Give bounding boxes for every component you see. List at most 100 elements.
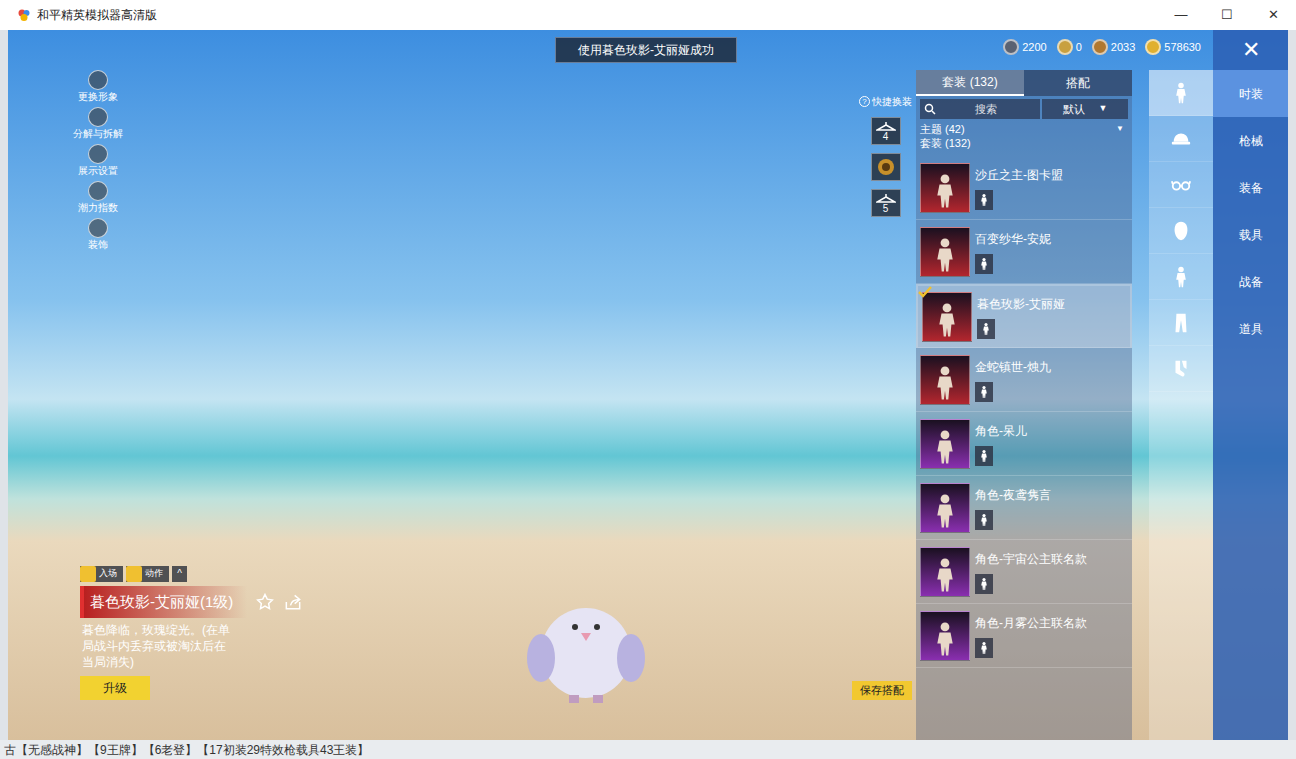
outfit-row[interactable]: 金蛇镇世-烛九 [916, 348, 1132, 412]
panel-tab[interactable]: 搭配 [1024, 70, 1132, 96]
category-column: ✕ 时装枪械装备载具战备道具 [1213, 30, 1288, 740]
category-tab[interactable]: 时装 [1213, 70, 1288, 117]
menu-item-icon [88, 218, 108, 238]
figure-icon [980, 449, 988, 463]
outfit-row[interactable]: 暮色玫影-艾丽娅 [916, 284, 1132, 348]
outfit-row[interactable]: 角色-呆儿 [916, 412, 1132, 476]
star-icon[interactable] [255, 592, 275, 612]
category-icon-button[interactable] [1149, 116, 1213, 162]
preview-box [977, 319, 995, 339]
figure-icon [934, 618, 956, 660]
outfit-list: 沙丘之主-图卡盟百变纱华-安妮暮色玫影-艾丽娅金蛇镇世-烛九角色-呆儿角色-夜鸢… [916, 156, 1132, 668]
coin-icon [1145, 39, 1161, 55]
window-control-button[interactable]: ✕ [1250, 0, 1296, 30]
outfit-thumbnail [920, 227, 970, 277]
outfit-row[interactable]: 百变纱华-安妮 [916, 220, 1132, 284]
figure-icon [934, 234, 956, 276]
category-icon-button[interactable] [1149, 254, 1213, 300]
window-control-button[interactable]: — [1158, 0, 1204, 30]
outfit-thumbnail [920, 163, 970, 213]
currency: 578630 [1145, 39, 1201, 56]
hanger-icon [876, 193, 896, 203]
quick-change: ?快捷换装45 [859, 70, 912, 251]
figure-icon [934, 554, 956, 596]
category-tab[interactable]: 载具 [1213, 211, 1288, 258]
glasses-icon [1170, 174, 1192, 196]
upgrade-button[interactable]: 升级 [80, 676, 150, 700]
figure-icon [980, 257, 988, 271]
close-button[interactable]: ✕ [1237, 36, 1265, 64]
coin-icon [1057, 39, 1073, 55]
title-bar: 和平精英模拟器高清版 —☐✕ [0, 0, 1296, 30]
preview-box [975, 510, 993, 530]
side-menu-item[interactable]: 装饰 [88, 218, 108, 251]
figure-icon [934, 426, 956, 468]
tab-icon [80, 566, 96, 582]
outfit-thumbnail [920, 419, 970, 469]
side-menu-item[interactable]: 更换形象 [78, 70, 118, 103]
outfit-icon [1170, 82, 1192, 104]
category-tab[interactable]: 装备 [1213, 164, 1288, 211]
menu-item-icon [88, 181, 108, 201]
item-info: 入场动作^ 暮色玫影-艾丽娅(1级)暮色降临，玫瑰绽光。(在单局战斗内丢弃或被淘汰… [80, 566, 320, 701]
category-icon-button[interactable] [1149, 208, 1213, 254]
background-strip: 古【无感战神】【9王牌】【6老登】【17初装29特效枪载具43王装】 [0, 740, 1296, 759]
search-icon [924, 103, 936, 115]
collapse-button[interactable]: ^ [172, 566, 187, 582]
outfit-thumbnail [920, 483, 970, 533]
outfit-thumbnail [920, 611, 970, 661]
info-tab[interactable]: 入场 [80, 566, 123, 582]
category-icon-column [1149, 70, 1213, 740]
preview-box [975, 382, 993, 402]
info-tab[interactable]: 动作 [126, 566, 169, 582]
help-icon[interactable]: ? [859, 96, 870, 107]
figure-icon [934, 362, 956, 404]
sort-dropdown[interactable]: 默认▼ [1042, 99, 1128, 119]
panel-tab[interactable]: 套装 (132) [916, 70, 1024, 96]
window-title: 和平精英模拟器高清版 [37, 6, 157, 24]
section-label: 套装 (132) [916, 136, 1132, 150]
figure-icon [980, 385, 988, 399]
outfit-row[interactable]: 角色-月雾公主联名款 [916, 604, 1132, 668]
quick-change-slot[interactable]: 5 [871, 189, 901, 217]
figure-icon [980, 577, 988, 591]
coin-icon [1092, 39, 1108, 55]
currency: 0 [1057, 39, 1082, 56]
save-outfit-button[interactable]: 保存搭配 [852, 681, 912, 700]
category-tab[interactable]: 战备 [1213, 258, 1288, 305]
figure-icon [980, 193, 988, 207]
item-description: 暮色降临，玫瑰绽光。(在单局战斗内丢弃或被淘汰后在当局消失) [80, 622, 230, 670]
preview-box [975, 638, 993, 658]
coin-icon [1003, 39, 1019, 55]
quick-change-slot[interactable]: 4 [871, 117, 901, 145]
category-tab[interactable]: 道具 [1213, 305, 1288, 352]
outfit-row[interactable]: 角色-宇宙公主联名款 [916, 540, 1132, 604]
search-field[interactable]: 搜索 [920, 99, 1040, 119]
menu-item-icon [88, 144, 108, 164]
game-view: 使用暮色玫影-艾丽娅成功220002033578630更换形象分解与拆解展示设置… [8, 30, 1288, 740]
category-icon-button[interactable] [1149, 346, 1213, 392]
theme-filter[interactable]: 主题 (42)▼ [916, 122, 1132, 136]
character-icon [1170, 266, 1192, 288]
side-menu-item[interactable]: 潮力指数 [78, 181, 118, 214]
figure-icon [980, 641, 988, 655]
category-tab[interactable]: 枪械 [1213, 117, 1288, 164]
category-icon-button[interactable] [1149, 162, 1213, 208]
figure-icon [934, 490, 956, 532]
side-menu-item[interactable]: 分解与拆解 [73, 107, 123, 140]
category-icon-button[interactable] [1149, 300, 1213, 346]
app-logo-icon [17, 8, 31, 22]
outfit-row[interactable]: 沙丘之主-图卡盟 [916, 156, 1132, 220]
item-title: 暮色玫影-艾丽娅(1级) [80, 586, 247, 619]
preview-box [975, 190, 993, 210]
menu-item-icon [88, 107, 108, 127]
category-icon-button[interactable] [1149, 70, 1213, 116]
share-icon[interactable] [283, 592, 303, 612]
currency: 2200 [1003, 39, 1046, 56]
window-control-button[interactable]: ☐ [1204, 0, 1250, 30]
outfit-row[interactable]: 角色-夜鸢隽言 [916, 476, 1132, 540]
side-menu-item[interactable]: 展示设置 [78, 144, 118, 177]
preview-box [975, 446, 993, 466]
quick-change-slot[interactable] [871, 153, 901, 181]
preview-box [975, 254, 993, 274]
